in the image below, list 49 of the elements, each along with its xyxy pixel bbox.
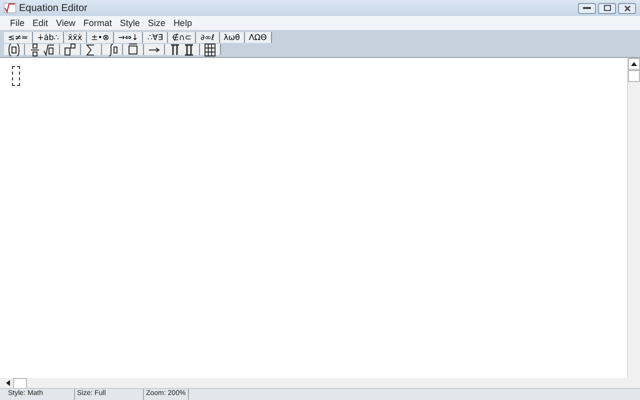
maximize-icon (604, 5, 610, 11)
vertical-scrollbar[interactable] (627, 58, 640, 378)
window-title: Equation Editor (19, 2, 88, 14)
symbol-palette-button[interactable]: →⇔↓ (114, 32, 144, 43)
template-palette-button[interactable] (102, 44, 123, 55)
sum-template-icon (85, 42, 97, 56)
minimize-button[interactable] (578, 2, 596, 14)
input-slot[interactable] (12, 66, 20, 86)
template-palette-button[interactable] (25, 44, 60, 55)
matrix-template-icon (204, 42, 216, 56)
template-palette-button[interactable] (144, 44, 165, 55)
template-palette-button[interactable] (60, 44, 81, 55)
menu-item[interactable]: Edit (28, 18, 52, 28)
prod-template-icon (169, 42, 181, 56)
bar-template-icon (127, 42, 139, 56)
menu-item[interactable]: Help (169, 18, 196, 28)
template-palette-button[interactable] (123, 44, 144, 55)
minimize-icon (583, 7, 591, 9)
scroll-left-icon (6, 380, 10, 386)
template-palette-button[interactable] (200, 44, 221, 55)
template-palette-button[interactable] (4, 44, 25, 55)
symbol-palette-button[interactable]: ΛΩΘ (244, 32, 272, 43)
template-palette-button[interactable] (165, 44, 200, 55)
frac-template-icon (29, 42, 41, 56)
int-template-icon (106, 42, 118, 56)
menu-item[interactable]: Size (144, 18, 170, 28)
app-icon (4, 3, 16, 13)
root-template-icon (43, 42, 55, 56)
symbol-palette-button[interactable]: ∉∩⊂ (168, 32, 196, 43)
scroll-thumb[interactable] (13, 378, 27, 388)
close-icon (624, 4, 630, 12)
symbol-palette-button[interactable]: ±•⊗ (87, 32, 114, 43)
template-palette-button[interactable] (81, 44, 102, 55)
menu-item[interactable]: Style (116, 18, 144, 28)
sup-template-icon (64, 42, 76, 56)
horizontal-scrollbar[interactable] (0, 378, 640, 388)
menu-item[interactable]: Format (79, 18, 116, 28)
scroll-thumb[interactable] (628, 70, 640, 82)
maximize-button[interactable] (598, 2, 616, 14)
symbol-palette-button[interactable]: ∂∞ℓ (196, 32, 220, 43)
symbol-palette-button[interactable]: ∴∀∃ (143, 32, 168, 43)
close-button[interactable] (618, 2, 636, 14)
symbol-palette-button[interactable]: λωθ (220, 32, 245, 43)
symbol-palette-button[interactable]: x̄ẍẋ (64, 32, 88, 43)
scroll-up-icon (631, 62, 637, 66)
symbol-palette-button[interactable]: ∔ȧb∴ (33, 32, 64, 43)
menu-item[interactable]: File (6, 18, 29, 28)
menu-item[interactable]: View (52, 18, 80, 28)
symbol-palette-button[interactable]: ≤≠≈ (4, 32, 34, 43)
